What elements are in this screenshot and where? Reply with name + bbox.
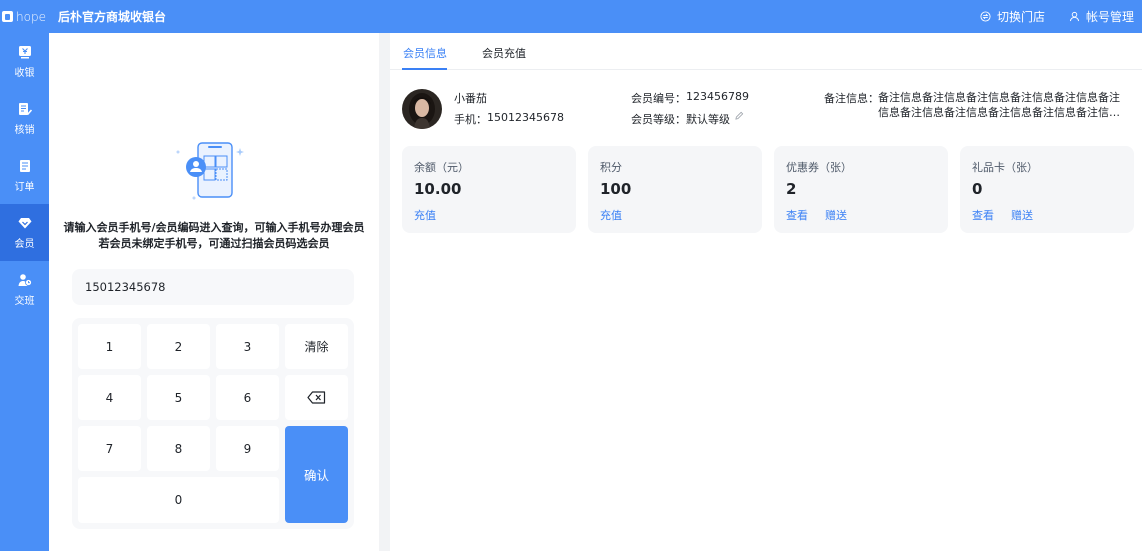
coupon-gift-link[interactable]: 赠送 [825, 207, 847, 223]
app-title: 后朴官方商城收银台 [57, 10, 166, 24]
switch-store-button[interactable]: 切换门店 [980, 8, 1045, 25]
balance-recharge-link[interactable]: 充值 [414, 207, 436, 223]
lookup-hint-line1: 请输入会员手机号/会员编码进入查询，可输入手机号办理会员 [63, 221, 365, 234]
coupon-card: 优惠券（张） 2 查看 赠送 [774, 146, 948, 233]
cashier-icon [18, 45, 31, 58]
remark-text: 备注信息备注信息备注信息备注信息备注信息备注信息备注信息备注信息备注信息备注信息… [878, 91, 1120, 119]
verify-icon [18, 102, 32, 115]
sidebar-item-label: 订单 [14, 181, 35, 193]
tab-member-info[interactable]: 会员信息 [403, 45, 447, 61]
lookup-hint: 请输入会员手机号/会员编码进入查询，可输入手机号办理会员 若会员未绑定手机号，可… [49, 220, 379, 252]
switch-store-icon [980, 11, 991, 22]
balance-label: 余额（元） [414, 161, 469, 174]
gift-card-value: 0 [972, 180, 983, 198]
member-card-illustration-icon [176, 142, 244, 200]
sidebar-item-members[interactable]: 会员 [0, 204, 49, 261]
key-9[interactable]: 9 [216, 426, 279, 471]
sidebar: 收银 核销 订单 会员 交班 [0, 33, 49, 551]
key-3[interactable]: 3 [216, 324, 279, 369]
sidebar-item-cashier[interactable]: 收银 [0, 33, 49, 90]
account-label: 帐号管理 [1085, 10, 1134, 24]
confirm-button[interactable]: 确认 [285, 426, 348, 523]
edit-level-icon[interactable] [735, 111, 744, 120]
tab-member-recharge[interactable]: 会员充值 [482, 45, 526, 61]
backspace-icon [307, 391, 326, 404]
key-2[interactable]: 2 [147, 324, 210, 369]
sidebar-item-verify[interactable]: 核销 [0, 90, 49, 147]
user-icon [1069, 11, 1080, 22]
tab-bar: 会员信息 会员充值 [390, 33, 1142, 70]
brand-name: hope [16, 9, 46, 24]
points-value: 100 [600, 180, 632, 198]
key-7[interactable]: 7 [78, 426, 141, 471]
key-0[interactable]: 0 [78, 477, 279, 523]
coupon-label: 优惠券（张） [786, 161, 852, 174]
member-code-label: 会员编号： [631, 92, 686, 105]
avatar [402, 89, 442, 129]
order-icon [19, 159, 30, 172]
key-6[interactable]: 6 [216, 375, 279, 420]
remark-label: 备注信息： [824, 92, 879, 105]
member-info-panel: 会员信息 会员充值 小番茄 手机： 15012345678 会员编号： 1234… [390, 33, 1142, 551]
member-code: 123456789 [686, 90, 749, 103]
lookup-hint-line2: 若会员未绑定手机号，可通过扫描会员码选会员 [98, 237, 330, 250]
gift-card-label: 礼品卡（张） [972, 161, 1038, 174]
member-name: 小番茄 [454, 92, 487, 105]
member-lookup-panel: 请输入会员手机号/会员编码进入查询，可输入手机号办理会员 若会员未绑定手机号，可… [49, 33, 379, 551]
points-recharge-link[interactable]: 充值 [600, 207, 622, 223]
key-4[interactable]: 4 [78, 375, 141, 420]
key-1[interactable]: 1 [78, 324, 141, 369]
points-card: 积分 100 充值 [588, 146, 762, 233]
sidebar-item-orders[interactable]: 订单 [0, 147, 49, 204]
member-phone-input[interactable] [72, 269, 354, 305]
gift-card-view-link[interactable]: 查看 [972, 207, 994, 223]
member-level: 默认等级 [686, 113, 730, 126]
backspace-button[interactable] [285, 375, 348, 420]
balance-card: 余额（元） 10.00 充值 [402, 146, 576, 233]
member-phone-label: 手机： [454, 113, 487, 126]
gift-card-card: 礼品卡（张） 0 查看 赠送 [960, 146, 1134, 233]
coupon-value: 2 [786, 180, 797, 198]
key-5[interactable]: 5 [147, 375, 210, 420]
member-diamond-icon [18, 217, 31, 228]
gift-card-gift-link[interactable]: 赠送 [1011, 207, 1033, 223]
sidebar-item-label: 交班 [14, 295, 35, 307]
member-phone: 15012345678 [487, 111, 564, 124]
brand-logo-icon [2, 11, 13, 22]
top-bar: hope 后朴官方商城收银台 切换门店 帐号管理 [0, 0, 1142, 33]
points-label: 积分 [600, 161, 622, 174]
brand: hope [0, 10, 58, 24]
coupon-view-link[interactable]: 查看 [786, 207, 808, 223]
active-tab-indicator [402, 68, 447, 70]
member-level-label: 会员等级： [631, 113, 686, 126]
clear-button[interactable]: 清除 [285, 324, 348, 369]
shift-handover-icon [18, 273, 32, 286]
sidebar-item-label: 收银 [14, 67, 35, 79]
switch-store-label: 切换门店 [996, 10, 1045, 24]
sidebar-item-label: 核销 [14, 124, 35, 136]
account-button[interactable]: 帐号管理 [1069, 8, 1134, 25]
balance-value: 10.00 [414, 180, 462, 198]
sidebar-item-shift[interactable]: 交班 [0, 261, 49, 318]
numeric-keypad: 1 2 3 清除 4 5 6 7 8 9 确认 0 [72, 318, 354, 529]
sidebar-item-label: 会员 [14, 238, 35, 250]
key-8[interactable]: 8 [147, 426, 210, 471]
